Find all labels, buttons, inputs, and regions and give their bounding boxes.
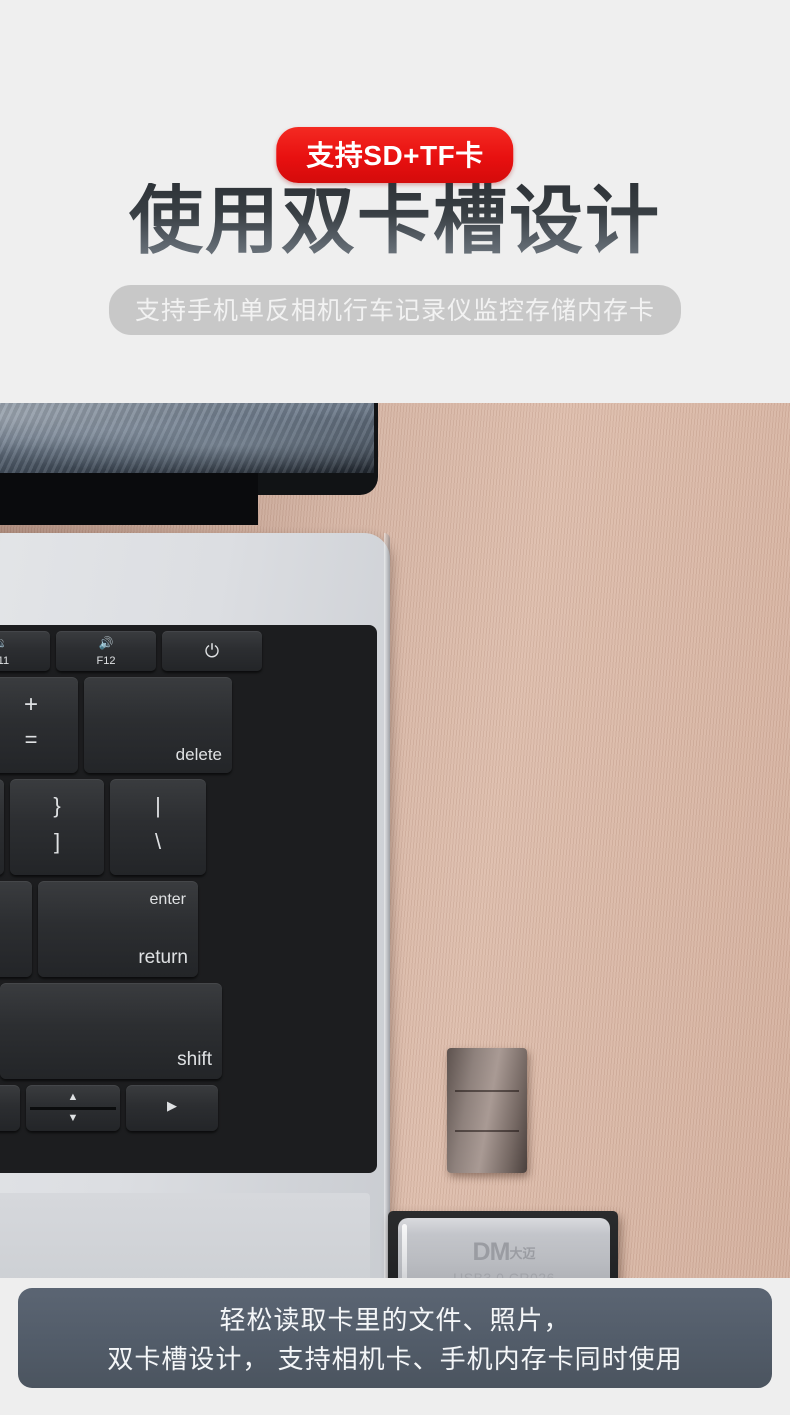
- key-quote[interactable]: " ': [0, 881, 32, 977]
- keyboard-home-row: : ; " ' enter return: [0, 881, 373, 977]
- header-section: 支持SD+TF卡 使用双卡槽设计 支持手机单反相机行车记录仪监控存储内存卡: [0, 0, 790, 403]
- usb-c-connector: [447, 1048, 527, 1173]
- key-shift[interactable]: shift: [0, 983, 222, 1079]
- key-return[interactable]: enter return: [38, 881, 198, 977]
- keyboard-number-row: — - + = delete: [0, 677, 373, 773]
- key-arrow-left[interactable]: ◀: [0, 1085, 20, 1131]
- brand-name-cn: 大迈: [509, 1246, 536, 1261]
- keyboard: 🔈 F10 🔉 F11 🔊 F12 ⏻ — - +: [0, 625, 377, 1173]
- caption-line-1: 轻松读取卡里的文件、照片，: [219, 1305, 571, 1335]
- brand-name: DM: [472, 1238, 511, 1266]
- key-arrow-updown[interactable]: ▲ ▼: [26, 1085, 120, 1131]
- support-badge: 支持SD+TF卡: [276, 127, 514, 183]
- caption-bar: 轻松读取卡里的文件、照片， 双卡槽设计， 支持相机卡、手机内存卡同时使用: [18, 1288, 772, 1388]
- product-photo: 🔈 F10 🔉 F11 🔊 F12 ⏻ — - +: [0, 403, 790, 1278]
- key-bracket-left[interactable]: { [: [0, 779, 4, 875]
- keyboard-letter-row: P { [ } ] | \: [0, 779, 373, 875]
- volume-high-icon: 🔊: [98, 636, 114, 650]
- laptop-hinge: [0, 473, 258, 525]
- key-bracket-right[interactable]: } ]: [10, 779, 104, 875]
- key-f11[interactable]: 🔉 F11: [0, 631, 50, 671]
- arrow-down-icon: ▼: [67, 1112, 79, 1124]
- power-icon: ⏻: [204, 641, 220, 661]
- key-backslash[interactable]: | \: [110, 779, 206, 875]
- keyboard-bottom-row: option ◀ ▲ ▼ ▶: [0, 1085, 373, 1131]
- key-delete[interactable]: delete: [84, 677, 232, 773]
- arrow-left-icon: ◀: [0, 1098, 20, 1114]
- key-power[interactable]: ⏻: [162, 631, 262, 671]
- card-reader-face: DM大迈 USB3.0 CR026: [398, 1218, 610, 1278]
- volume-mid-icon: 🔉: [0, 636, 50, 650]
- subtitle-pill: 支持手机单反相机行车记录仪监控存储内存卡: [108, 285, 682, 335]
- device-model-label: USB3.0 CR026: [453, 1270, 555, 1278]
- brand-logo: DM大迈: [398, 1240, 610, 1265]
- laptop-edge: [384, 533, 390, 1278]
- arrow-right-icon: ▶: [167, 1098, 177, 1113]
- keyboard-function-row: 🔈 F10 🔉 F11 🔊 F12 ⏻: [0, 631, 373, 671]
- key-f12[interactable]: 🔊 F12: [56, 631, 156, 671]
- laptop-wallpaper: [0, 403, 374, 473]
- card-reader-device: DM大迈 USB3.0 CR026: [388, 1211, 618, 1278]
- caption-line-2: 双卡槽设计， 支持相机卡、手机内存卡同时使用: [107, 1344, 683, 1374]
- laptop-palmrest: [0, 1193, 370, 1278]
- key-equal[interactable]: + =: [0, 677, 78, 773]
- page-title: 使用双卡槽设计: [0, 182, 790, 260]
- arrow-up-icon: ▲: [67, 1091, 79, 1103]
- key-arrow-right[interactable]: ▶: [126, 1085, 218, 1131]
- keyboard-shift-row: ? / shift: [0, 983, 373, 1079]
